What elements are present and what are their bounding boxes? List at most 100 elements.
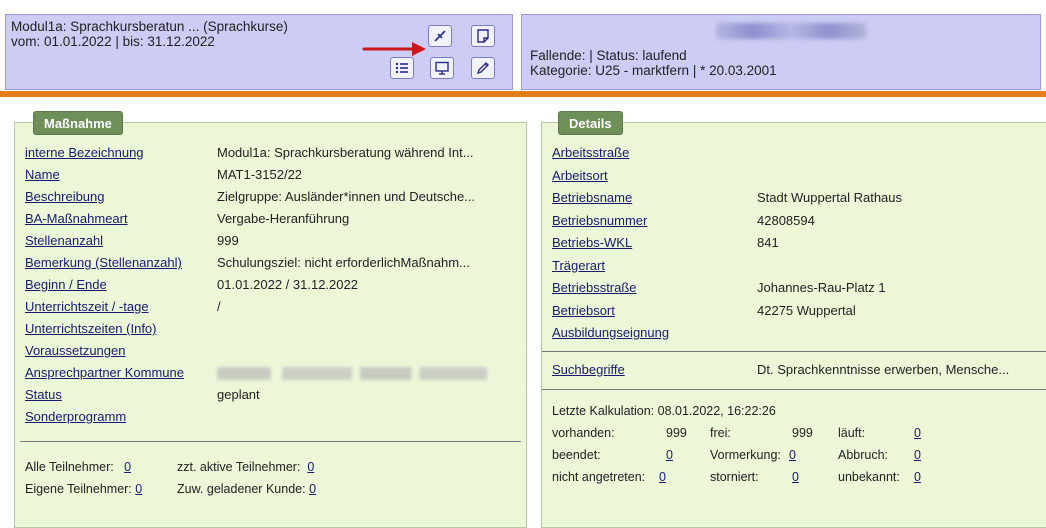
field-value-name: MAT1-3152/22 (217, 167, 303, 182)
pencil-icon (476, 62, 489, 75)
detail-label-betriebsort[interactable]: Betriebsort (552, 301, 615, 321)
field-row-name: Name MAT1-3152/22 (15, 165, 528, 185)
zuw-kunde-count[interactable]: 0 (309, 482, 316, 496)
detail-label-ausbildungseignung[interactable]: Ausbildungseignung (552, 323, 669, 343)
beendet-label: beendet: (552, 448, 601, 462)
field-value-unterrichtszeit-tage: / (217, 299, 221, 314)
detail-value-betriebs-wkl: 841 (757, 235, 779, 250)
kalkulation-line: Letzte Kalkulation: 08.01.2022, 16:22:26 (552, 404, 776, 418)
suchbegriffe-label[interactable]: Suchbegriffe (552, 360, 625, 380)
suchbegriffe-row: Suchbegriffe Dt. Sprachkenntnisse erwerb… (542, 360, 1046, 380)
storniert-label: storniert: (710, 470, 759, 484)
nicht-angetreten-value[interactable]: 0 (659, 467, 666, 487)
list-icon (395, 62, 408, 74)
field-label-unterrichtszeiten-info[interactable]: Unterrichtszeiten (Info) (25, 319, 157, 339)
detail-row-traegerart: Trägerart (542, 256, 1046, 276)
field-row-status: Status geplant (15, 385, 528, 405)
screen-button[interactable] (430, 57, 454, 79)
frei-label: frei: (710, 426, 731, 440)
detail-label-arbeitsstrasse[interactable]: Arbeitsstraße (552, 143, 629, 163)
unbekannt-label: unbekannt: (838, 470, 900, 484)
field-row-beginn-ende: Beginn / Ende 01.01.2022 / 31.12.2022 (15, 275, 528, 295)
suchbegriffe-value: Dt. Sprachkenntnisse erwerben, Mensche..… (757, 362, 1010, 377)
field-value-bemerkung-stellenanzahl: Schulungsziel: nicht erforderlichMaßnahm… (217, 255, 470, 270)
field-label-bemerkung-stellenanzahl[interactable]: Bemerkung (Stellenanzahl) (25, 253, 182, 273)
field-label-unterrichtszeit-tage[interactable]: Unterrichtszeit / -tage (25, 297, 149, 317)
left-divider (20, 441, 521, 442)
detail-row-arbeitsstrasse: Arbeitsstraße (542, 143, 1046, 163)
field-row-interne-bezeichnung: interne Bezeichnung Modul1a: Sprachkursbe… (15, 143, 528, 163)
detail-row-arbeitsort: Arbeitsort (542, 166, 1046, 186)
field-row-ansprechpartner-kommune: Ansprechpartner Kommune (15, 363, 528, 383)
note-button[interactable] (471, 25, 495, 47)
field-row-bemerkung-stellenanzahl: Bemerkung (Stellenanzahl) Schulungsziel: … (15, 253, 528, 273)
details-panel: Details Arbeitsstraße Arbeitsort Betriebsn… (541, 111, 1046, 528)
field-row-voraussetzungen: Voraussetzungen (15, 341, 528, 361)
ansprechpartner-redacted (217, 367, 487, 380)
field-label-sonderprogramm[interactable]: Sonderprogramm (25, 407, 126, 427)
storniert-value[interactable]: 0 (792, 467, 799, 487)
person-category-line: Kategorie: U25 - marktfern | * 20.03.200… (530, 63, 777, 78)
field-row-sonderprogramm: Sonderprogramm (15, 407, 528, 427)
field-label-voraussetzungen[interactable]: Voraussetzungen (25, 341, 125, 361)
detail-value-betriebsstrasse: Johannes-Rau-Platz 1 (757, 280, 886, 295)
field-value-beginn-ende: 01.01.2022 / 31.12.2022 (217, 277, 358, 292)
eigene-teilnehmer-count[interactable]: 0 (135, 482, 142, 496)
beendet-value[interactable]: 0 (666, 445, 673, 465)
field-label-ansprechpartner-kommune[interactable]: Ansprechpartner Kommune (25, 363, 184, 383)
stat-eigene-teilnehmer: Eigene Teilnehmer: 0 (25, 482, 143, 496)
field-label-name[interactable]: Name (25, 165, 60, 185)
alle-teilnehmer-count[interactable]: 0 (124, 460, 131, 474)
vorhanden-label: vorhanden: (552, 426, 615, 440)
red-arrow-annotation (362, 42, 426, 56)
vormerkung-label: Vormerkung: (710, 448, 781, 462)
field-label-ba-massnahmeart[interactable]: BA-Maßnahmeart (25, 209, 128, 229)
stat-alle-teilnehmer: Alle Teilnehmer: 0 (25, 460, 132, 474)
screen-icon (435, 61, 449, 75)
accent-bar (0, 91, 1046, 97)
field-label-stellenanzahl[interactable]: Stellenanzahl (25, 231, 103, 251)
vorhanden-value: 999 (666, 426, 687, 440)
pin-button[interactable] (428, 25, 452, 47)
field-value-status: geplant (217, 387, 260, 402)
stat-zuw-kunde: Zuw. geladener Kunde: 0 (177, 482, 317, 496)
measure-date-range: vom: 01.01.2022 | bis: 31.12.2022 (11, 34, 215, 49)
field-value-stellenanzahl: 999 (217, 233, 239, 248)
detail-row-ausbildungseignung: Ausbildungseignung (542, 323, 1046, 343)
field-row-beschreibung: Beschreibung Zielgruppe: Ausländer*innen … (15, 187, 528, 207)
abbruch-label: Abbruch: (838, 448, 889, 462)
right-divider-2 (542, 389, 1046, 390)
list-button[interactable] (390, 57, 414, 79)
field-label-interne-bezeichnung[interactable]: interne Bezeichnung (25, 143, 144, 163)
field-row-unterrichtszeiten-info: Unterrichtszeiten (Info) (15, 319, 528, 339)
detail-row-betriebs-wkl: Betriebs-WKL 841 (542, 233, 1046, 253)
abbruch-value[interactable]: 0 (914, 445, 921, 465)
person-status-line: Fallende: | Status: laufend (530, 48, 687, 63)
field-label-beginn-ende[interactable]: Beginn / Ende (25, 275, 107, 295)
detail-row-betriebsnummer: Betriebsnummer 42808594 (542, 211, 1046, 231)
detail-label-betriebs-wkl[interactable]: Betriebs-WKL (552, 233, 632, 253)
person-name-redacted (716, 23, 866, 39)
field-label-beschreibung[interactable]: Beschreibung (25, 187, 105, 207)
detail-label-arbeitsort[interactable]: Arbeitsort (552, 166, 608, 186)
frei-value: 999 (792, 426, 813, 440)
tab-massnahme[interactable]: Maßnahme (33, 111, 123, 135)
field-row-unterrichtszeit-tage: Unterrichtszeit / -tage / (15, 297, 528, 317)
field-value-ba-massnahmeart: Vergabe-Heranführung (217, 211, 350, 226)
detail-label-traegerart[interactable]: Trägerart (552, 256, 605, 276)
field-label-status[interactable]: Status (25, 385, 62, 405)
detail-value-betriebsnummer: 42808594 (757, 212, 815, 228)
detail-label-betriebsstrasse[interactable]: Betriebsstraße (552, 278, 637, 298)
aktive-teilnehmer-count[interactable]: 0 (307, 460, 314, 474)
detail-row-betriebsname: Betriebsname Stadt Wuppertal Rathaus (542, 188, 1046, 208)
measure-title: Modul1a: Sprachkursberatun ... (Sprachku… (11, 19, 288, 34)
vormerkung-value[interactable]: 0 (789, 445, 796, 465)
detail-label-betriebsnummer[interactable]: Betriebsnummer (552, 211, 647, 231)
field-row-stellenanzahl: Stellenanzahl 999 (15, 231, 528, 251)
edit-button[interactable] (471, 57, 495, 79)
tab-details[interactable]: Details (558, 111, 623, 135)
detail-label-betriebsname[interactable]: Betriebsname (552, 188, 632, 208)
laeuft-value[interactable]: 0 (914, 423, 921, 443)
laeuft-label: läuft: (838, 426, 866, 440)
unbekannt-value[interactable]: 0 (914, 467, 921, 487)
